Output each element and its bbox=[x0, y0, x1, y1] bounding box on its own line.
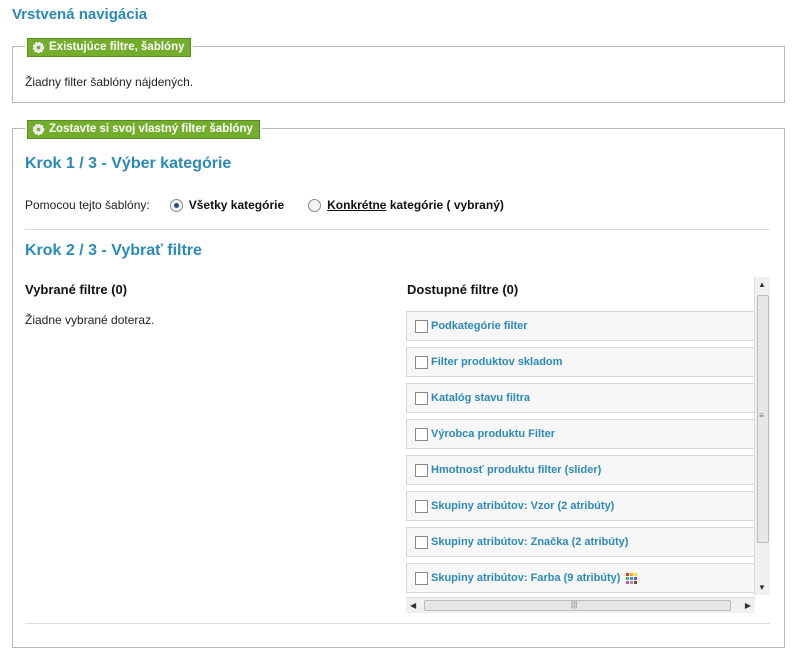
filter-label[interactable]: Katalóg stavu filtra bbox=[431, 392, 530, 404]
step2-title: Krok 2 / 3 - Vybrať filtre bbox=[25, 242, 202, 259]
filter-checkbox[interactable] bbox=[415, 535, 428, 549]
custom-filter-legend-label: Zostavte si svoj vlastný filter šablóny bbox=[49, 123, 253, 135]
scroll-down-icon[interactable]: ▼ bbox=[758, 583, 766, 592]
gear-icon bbox=[32, 123, 45, 136]
filter-checkbox[interactable] bbox=[415, 499, 428, 513]
filter-label[interactable]: Skupiny atribútov: Farba (9 atribúty) bbox=[431, 572, 620, 584]
no-filters-message: Žiadny filter šablóny nájdených. bbox=[25, 75, 194, 89]
filter-item[interactable]: Hmotnosť produktu filter (slider) bbox=[406, 455, 758, 485]
scroll-left-icon[interactable]: ◀ bbox=[410, 601, 416, 610]
scroll-right-icon[interactable]: ▶ bbox=[745, 601, 751, 610]
grip-icon: ≡ bbox=[759, 411, 764, 420]
filter-item[interactable]: Skupiny atribútov: Vzor (2 atribúty) bbox=[406, 491, 758, 521]
selected-filters-empty: Žiadne vybrané doteraz. bbox=[25, 313, 155, 327]
color-grid-icon bbox=[626, 572, 638, 584]
category-scope-row: Pomocou tejto šablóny: Všetky kategórie … bbox=[25, 198, 504, 212]
grip-icon: ||| bbox=[571, 600, 578, 609]
filter-label[interactable]: Výrobca produktu Filter bbox=[431, 428, 555, 440]
horizontal-scroll-thumb[interactable]: ||| bbox=[424, 600, 731, 611]
filter-label[interactable]: Skupiny atribútov: Značka (2 atribúty) bbox=[431, 536, 628, 548]
filter-checkbox[interactable] bbox=[415, 355, 428, 369]
existing-filters-legend: Existujúce filtre, šablóny bbox=[27, 38, 192, 57]
divider bbox=[25, 623, 770, 624]
filter-label[interactable]: Skupiny atribútov: Vzor (2 atribúty) bbox=[431, 500, 614, 512]
filter-item[interactable]: Výrobca produktu Filter bbox=[406, 419, 758, 449]
filter-label[interactable]: Hmotnosť produktu filter (slider) bbox=[431, 464, 601, 476]
category-scope-label: Pomocou tejto šablóny: bbox=[25, 198, 150, 212]
filter-item[interactable]: Katalóg stavu filtra bbox=[406, 383, 758, 413]
divider bbox=[25, 229, 770, 230]
filter-checkbox[interactable] bbox=[415, 571, 428, 585]
existing-filters-panel: Existujúce filtre, šablóny Žiadny filter… bbox=[12, 38, 785, 103]
filter-label[interactable]: Podkategórie filter bbox=[431, 320, 528, 332]
radio-specific-categories-label[interactable]: Konkrétne kategórie ( vybraný) bbox=[327, 198, 504, 212]
gear-icon bbox=[32, 41, 45, 54]
available-filters-list[interactable]: Podkategórie filter Filter produktov skl… bbox=[406, 277, 770, 613]
existing-filters-legend-label: Existujúce filtre, šablóny bbox=[49, 41, 185, 53]
filter-item[interactable]: Skupiny atribútov: Farba (9 atribúty) bbox=[406, 563, 758, 593]
filter-checkbox[interactable] bbox=[415, 427, 428, 441]
filter-checkbox[interactable] bbox=[415, 319, 428, 333]
specific-categories-link[interactable]: Konkrétne bbox=[327, 198, 386, 212]
radio-all-categories[interactable] bbox=[169, 198, 183, 212]
custom-filter-legend: Zostavte si svoj vlastný filter šablóny bbox=[27, 120, 260, 139]
filter-item[interactable]: Skupiny atribútov: Značka (2 atribúty) bbox=[406, 527, 758, 557]
filter-item[interactable]: Podkategórie filter bbox=[406, 311, 758, 341]
custom-filter-panel: Zostavte si svoj vlastný filter šablóny … bbox=[12, 120, 785, 648]
page-title: Vrstvená navigácia bbox=[12, 6, 148, 23]
scroll-up-icon[interactable]: ▲ bbox=[758, 280, 766, 289]
filter-item[interactable]: Filter produktov skladom bbox=[406, 347, 758, 377]
vertical-scrollbar[interactable]: ▲ ≡ ▼ bbox=[754, 277, 770, 595]
filter-checkbox[interactable] bbox=[415, 391, 428, 405]
radio-specific-categories[interactable] bbox=[308, 198, 322, 212]
radio-all-categories-label[interactable]: Všetky kategórie bbox=[189, 198, 284, 212]
step1-title: Krok 1 / 3 - Výber kategórie bbox=[25, 155, 232, 172]
horizontal-scrollbar[interactable]: ◀ ||| ▶ bbox=[406, 597, 755, 613]
filter-checkbox[interactable] bbox=[415, 463, 428, 477]
filter-label[interactable]: Filter produktov skladom bbox=[431, 356, 562, 368]
selected-filters-title: Vybrané filtre (0) bbox=[25, 282, 128, 297]
specific-categories-rest: kategórie ( vybraný) bbox=[386, 198, 504, 212]
vertical-scroll-thumb[interactable]: ≡ bbox=[757, 295, 769, 543]
